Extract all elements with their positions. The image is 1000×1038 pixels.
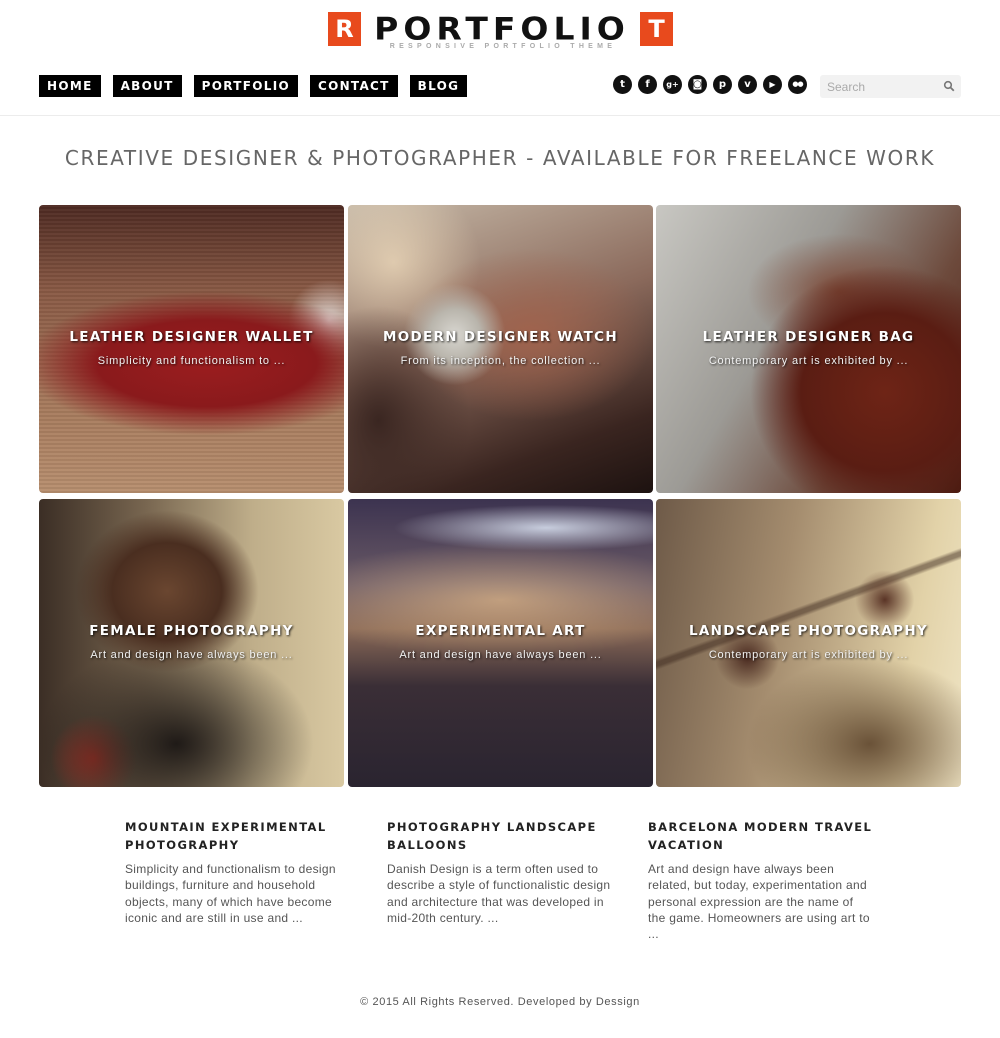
portfolio-card[interactable]: LANDSCAPE PHOTOGRAPHY Contemporary art i… bbox=[656, 499, 961, 787]
nav-blog[interactable]: BLOG bbox=[409, 75, 468, 97]
site-header: R PORTFOLIO T RESPONSIVE PORTFOLIO THEME… bbox=[0, 0, 1000, 116]
social-links: t f g+ ◙ p v ▶ ●● bbox=[613, 75, 807, 94]
post-title[interactable]: BARCELONA MODERN TRAVEL VACATION bbox=[648, 818, 873, 854]
site-footer: © 2015 All Rights Reserved. Developed by… bbox=[0, 996, 1000, 1008]
portfolio-card[interactable]: EXPERIMENTAL ART Art and design have alw… bbox=[348, 499, 653, 787]
post-title[interactable]: PHOTOGRAPHY LANDSCAPE BALLOONS bbox=[387, 818, 612, 854]
post-item: MOUNTAIN EXPERIMENTAL PHOTOGRAPHY Simpli… bbox=[125, 818, 350, 926]
post-title[interactable]: MOUNTAIN EXPERIMENTAL PHOTOGRAPHY bbox=[125, 818, 350, 854]
post-excerpt: Simplicity and functionalism to design b… bbox=[125, 862, 336, 925]
search-input[interactable] bbox=[820, 75, 940, 98]
vimeo-icon[interactable]: v bbox=[738, 75, 757, 94]
google-plus-icon[interactable]: g+ bbox=[663, 75, 682, 94]
portfolio-card[interactable]: LEATHER DESIGNER BAG Contemporary art is… bbox=[656, 205, 961, 493]
nav-about[interactable]: ABOUT bbox=[112, 75, 182, 97]
card-excerpt: Art and design have always been ... bbox=[90, 649, 293, 661]
card-title: EXPERIMENTAL ART bbox=[415, 623, 586, 639]
facebook-icon[interactable]: f bbox=[638, 75, 657, 94]
page-headline: CREATIVE DESIGNER & PHOTOGRAPHER - AVAIL… bbox=[64, 146, 936, 170]
developer-link[interactable]: Dessign bbox=[596, 996, 640, 1008]
portfolio-grid: LEATHER DESIGNER WALLET Simplicity and f… bbox=[39, 205, 961, 787]
search-icon[interactable] bbox=[943, 80, 955, 92]
flickr-icon[interactable]: ●● bbox=[788, 75, 807, 94]
card-excerpt: From its inception, the collection ... bbox=[400, 355, 601, 367]
logo-wordmark: PORTFOLIO bbox=[374, 9, 630, 48]
card-excerpt: Contemporary art is exhibited by ... bbox=[708, 355, 909, 367]
card-title: LANDSCAPE PHOTOGRAPHY bbox=[689, 623, 928, 639]
post-item: PHOTOGRAPHY LANDSCAPE BALLOONS Danish De… bbox=[387, 818, 612, 926]
card-title: LEATHER DESIGNER WALLET bbox=[69, 329, 314, 345]
portfolio-card[interactable]: LEATHER DESIGNER WALLET Simplicity and f… bbox=[39, 205, 344, 493]
nav-home[interactable]: HOME bbox=[39, 75, 101, 97]
search-box bbox=[820, 75, 961, 98]
site-logo[interactable]: R PORTFOLIO T RESPONSIVE PORTFOLIO THEME bbox=[328, 9, 673, 54]
card-excerpt: Simplicity and functionalism to ... bbox=[97, 355, 286, 367]
card-image bbox=[656, 205, 961, 493]
logo-right-letter: T bbox=[640, 12, 673, 46]
nav-portfolio[interactable]: PORTFOLIO bbox=[193, 75, 298, 97]
card-image bbox=[656, 499, 961, 787]
portfolio-card[interactable]: MODERN DESIGNER WATCH From its inception… bbox=[348, 205, 653, 493]
pinterest-icon[interactable]: p bbox=[713, 75, 732, 94]
youtube-icon[interactable]: ▶ bbox=[763, 75, 782, 94]
nav-contact[interactable]: CONTACT bbox=[309, 75, 398, 97]
card-title: FEMALE PHOTOGRAPHY bbox=[89, 623, 294, 639]
post-excerpt: Art and design have always been related,… bbox=[648, 862, 870, 942]
card-excerpt: Contemporary art is exhibited by ... bbox=[708, 649, 909, 661]
card-title: MODERN DESIGNER WATCH bbox=[382, 329, 618, 345]
instagram-icon[interactable]: ◙ bbox=[688, 75, 707, 94]
logo-left-letter: R bbox=[328, 12, 361, 46]
card-image bbox=[348, 499, 653, 787]
card-title: LEATHER DESIGNER BAG bbox=[702, 329, 915, 345]
post-item: BARCELONA MODERN TRAVEL VACATION Art and… bbox=[648, 818, 873, 942]
card-excerpt: Art and design have always been ... bbox=[399, 649, 602, 661]
post-excerpt: Danish Design is a term often used to de… bbox=[387, 862, 611, 925]
main-nav: HOME ABOUT PORTFOLIO CONTACT BLOG bbox=[39, 75, 468, 97]
twitter-icon[interactable]: t bbox=[613, 75, 632, 94]
card-image bbox=[348, 205, 653, 493]
portfolio-card[interactable]: FEMALE PHOTOGRAPHY Art and design have a… bbox=[39, 499, 344, 787]
card-image bbox=[39, 499, 344, 787]
card-image bbox=[39, 205, 344, 493]
logo-tagline: RESPONSIVE PORTFOLIO THEME bbox=[389, 43, 617, 50]
copyright-text: © 2015 All Rights Reserved. Developed by bbox=[360, 996, 596, 1008]
